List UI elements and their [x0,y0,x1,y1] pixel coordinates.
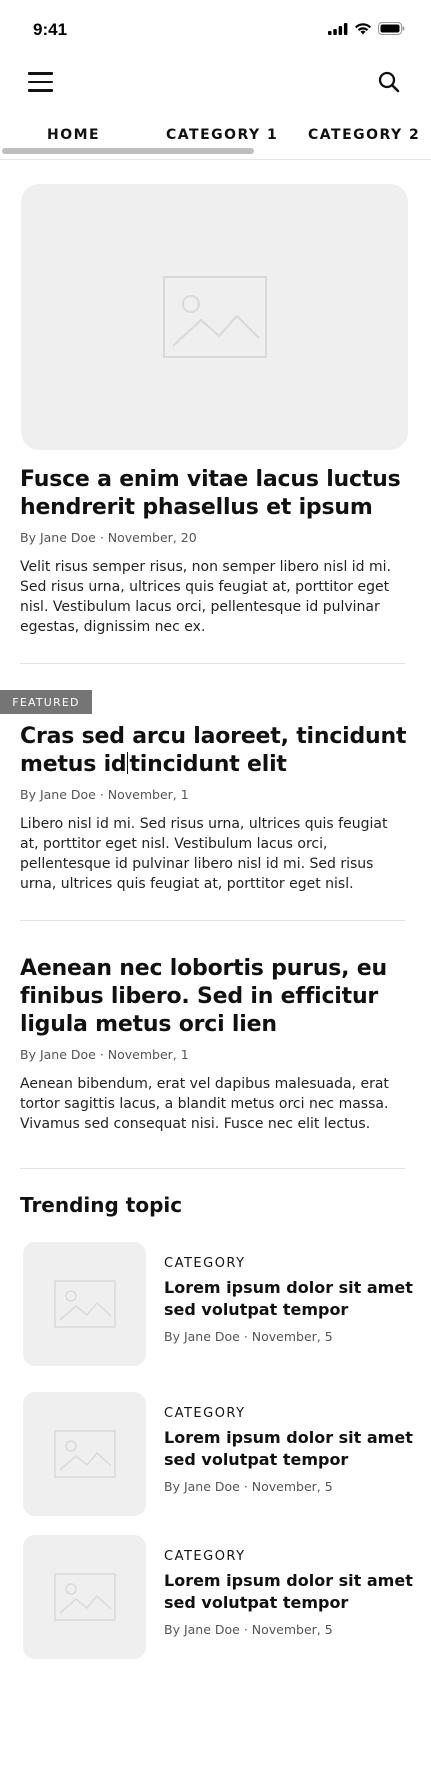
trending-item[interactable]: CATEGORY Lorem ipsum dolor sit amet sed … [23,1392,413,1516]
article-1[interactable]: Fusce a enim vitae lacus luctus hendreri… [20,466,410,637]
tabs-divider [0,159,431,160]
trending-category[interactable]: CATEGORY [164,1256,414,1271]
status-bar: 9:41 [0,0,431,62]
trending-category[interactable]: CATEGORY [164,1406,414,1421]
trending-heading: Trending topic [20,1193,183,1217]
search-icon[interactable] [373,66,405,98]
app-bar [0,62,431,118]
article-excerpt: Libero nisl id mi. Sed risus urna, ultri… [20,816,388,892]
article-title-part-2: tincidunt elit [129,752,287,777]
divider [20,920,405,921]
battery-icon [378,22,405,35]
trending-meta: By Jane Doe · November, 5 [164,1479,333,1494]
trending-title[interactable]: Lorem ipsum dolor sit amet sed volutpat … [164,1570,414,1614]
article-title[interactable]: Fusce a enim vitae lacus luctus hendreri… [20,466,410,522]
trending-body: CATEGORY Lorem ipsum dolor sit amet sed … [164,1406,414,1494]
trending-title[interactable]: Lorem ipsum dolor sit amet sed volutpat … [164,1427,414,1471]
trending-title[interactable]: Lorem ipsum dolor sit amet sed volutpat … [164,1277,414,1321]
article-meta: By Jane Doe · November, 20 [20,530,197,545]
status-time: 9:41 [33,20,68,39]
trending-thumbnail[interactable] [23,1242,146,1366]
trending-item[interactable]: CATEGORY Lorem ipsum dolor sit amet sed … [23,1535,413,1659]
tab-home[interactable]: HOME [47,127,100,143]
status-icons [328,22,405,35]
trending-item[interactable]: CATEGORY Lorem ipsum dolor sit amet sed … [23,1242,413,1366]
tab-category-1[interactable]: CATEGORY 1 [166,127,278,143]
article-meta: By Jane Doe · November, 1 [20,1047,189,1062]
category-tabs: HOME CATEGORY 1 CATEGORY 2 [0,118,431,160]
image-placeholder-icon [53,1430,116,1478]
image-placeholder-icon [53,1280,116,1328]
article-2[interactable]: Cras sed arcu laoreet, tincidunt metus i… [20,723,410,894]
divider [20,663,405,664]
trending-category[interactable]: CATEGORY [164,1549,414,1564]
trending-body: CATEGORY Lorem ipsum dolor sit amet sed … [164,1549,414,1637]
trending-meta: By Jane Doe · November, 5 [164,1622,333,1637]
article-title[interactable]: Cras sed arcu laoreet, tincidunt metus i… [20,723,410,779]
menu-icon[interactable] [28,66,60,98]
image-placeholder-icon [162,276,267,358]
tabs-scrollbar[interactable] [2,148,254,154]
article-3[interactable]: Aenean nec lobortis purus, eu finibus li… [20,955,410,1134]
trending-thumbnail[interactable] [23,1392,146,1516]
image-placeholder-icon [53,1573,116,1621]
trending-body: CATEGORY Lorem ipsum dolor sit amet sed … [164,1256,414,1344]
featured-badge: FEATURED [0,690,92,714]
tab-category-2[interactable]: CATEGORY 2 [308,127,420,143]
trending-thumbnail[interactable] [23,1535,146,1659]
article-meta: By Jane Doe · November, 1 [20,787,189,802]
wifi-icon [355,23,371,35]
article-excerpt: Aenean bibendum, erat vel dapibus malesu… [20,1076,389,1132]
trending-meta: By Jane Doe · November, 5 [164,1329,333,1344]
divider [20,1168,405,1169]
hero-image-placeholder[interactable] [21,184,408,450]
article-excerpt: Velit risus semper risus, non semper lib… [20,559,391,635]
signal-icon [328,22,348,35]
article-title[interactable]: Aenean nec lobortis purus, eu finibus li… [20,955,410,1039]
